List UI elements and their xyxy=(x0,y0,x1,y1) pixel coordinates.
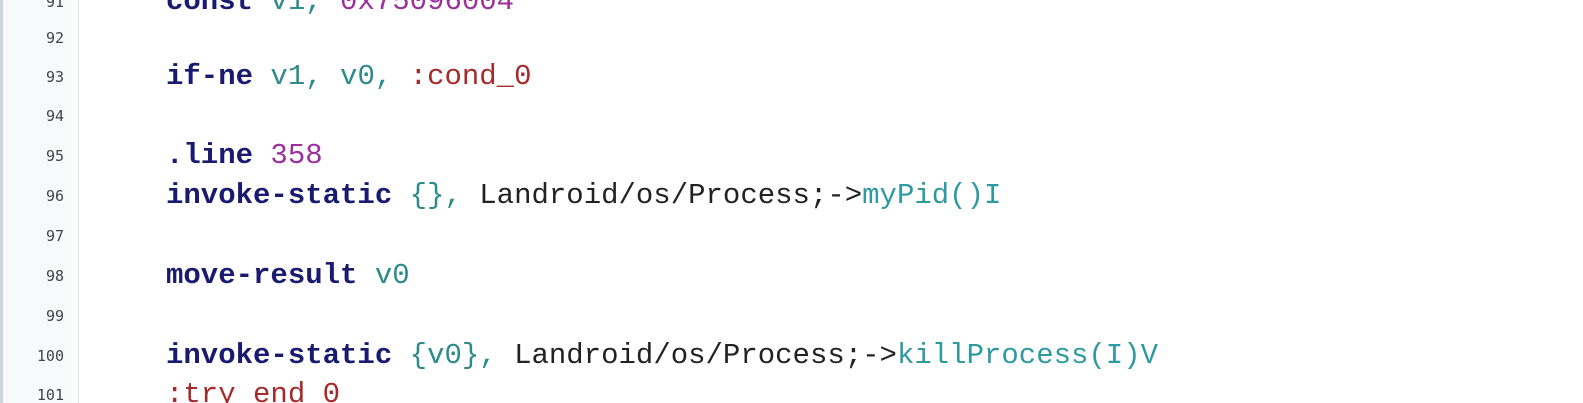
register-list-close: }, xyxy=(461,339,497,372)
code-line[interactable]: 97 xyxy=(0,216,1583,256)
try-label: :try_end_0 xyxy=(166,378,341,403)
opcode: const xyxy=(166,0,254,18)
register: v0, xyxy=(340,60,393,93)
class-reference: Landroid/os/Process;-> xyxy=(514,339,897,372)
opcode: move-result xyxy=(166,259,358,292)
code-line[interactable]: 93 if-ne v1, v0, :cond_0 xyxy=(0,57,1583,97)
line-number: 98 xyxy=(45,267,64,285)
code-line[interactable]: 99 xyxy=(0,296,1583,336)
code-text[interactable]: invoke-static {}, Landroid/os/Process;->… xyxy=(166,176,1001,216)
class-reference: Landroid/os/Process;-> xyxy=(479,179,863,212)
line-number: 92 xyxy=(45,29,64,47)
branch-label: :cond_0 xyxy=(409,60,532,93)
opcode: invoke-static xyxy=(166,339,393,372)
code-text[interactable]: if-ne v1, v0, :cond_0 xyxy=(166,57,532,97)
method-name: killProcess(I) xyxy=(896,339,1141,372)
code-text[interactable]: move-result v0 xyxy=(166,256,410,296)
line-number: 101 xyxy=(36,386,64,403)
code-editor[interactable]: 91 const v1, 0x75096004 92 93 if-ne v1, … xyxy=(0,0,1583,403)
line-number: 100 xyxy=(36,347,64,365)
register: v0 xyxy=(427,339,462,372)
code-line[interactable]: 98 move-result v0 xyxy=(0,256,1583,296)
line-number: 93 xyxy=(45,68,64,86)
return-type: V xyxy=(1140,339,1159,372)
register-list: {}, xyxy=(409,179,462,212)
code-line[interactable]: 95 .line 358 xyxy=(0,136,1583,176)
code-text[interactable]: .line 358 xyxy=(166,136,323,176)
literal-value: 358 xyxy=(270,139,323,172)
code-line[interactable]: 96 invoke-static {}, Landroid/os/Process… xyxy=(0,176,1583,216)
register-list-open: { xyxy=(409,339,428,372)
code-line[interactable]: 101 :try_end_0 xyxy=(0,375,1583,403)
directive: .line xyxy=(166,139,254,172)
return-type: I xyxy=(983,179,1002,212)
line-number: 97 xyxy=(45,227,64,245)
code-text[interactable]: invoke-static {v0}, Landroid/os/Process;… xyxy=(166,336,1158,376)
line-number: 99 xyxy=(45,307,64,325)
line-number: 95 xyxy=(45,147,64,165)
code-line[interactable]: 100 invoke-static {v0}, Landroid/os/Proc… xyxy=(0,336,1583,376)
line-number: 94 xyxy=(45,107,64,125)
method-name: myPid() xyxy=(862,179,984,212)
code-line[interactable]: 92 xyxy=(0,18,1583,58)
line-number: 96 xyxy=(45,187,64,205)
register: v1, xyxy=(270,60,323,93)
opcode: invoke-static xyxy=(166,179,393,212)
literal-value: 0x75096004 xyxy=(340,0,515,18)
code-text[interactable]: :try_end_0 xyxy=(166,375,340,403)
register: v1, xyxy=(270,0,323,18)
opcode: if-ne xyxy=(166,60,254,93)
code-line[interactable]: 94 xyxy=(0,96,1583,136)
register: v0 xyxy=(374,259,410,292)
